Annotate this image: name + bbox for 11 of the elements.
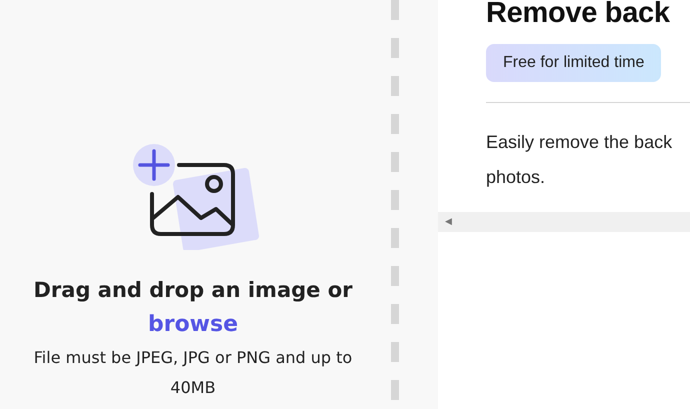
free-badge: Free for limited time [486,44,662,82]
page-title: Remove back [486,0,671,28]
description-text: Easily remove the back [486,131,674,154]
browse-link[interactable]: browse [148,312,238,337]
description-text: photos. [486,166,546,189]
upload-panel[interactable]: Drag and drop an image or browse File must be JPEG, JPG or PNG and up to 40MB [0,0,438,409]
horizontal-scrollbar[interactable]: ◀ [438,212,690,232]
drop-prompt: Drag and drop an image or [34,278,352,302]
scroll-left-arrow[interactable]: ◀ [445,217,452,227]
file-requirements-text: File must be JPEG, JPG or PNG and up to 40MB [32,347,354,399]
add-image-icon [133,144,259,250]
